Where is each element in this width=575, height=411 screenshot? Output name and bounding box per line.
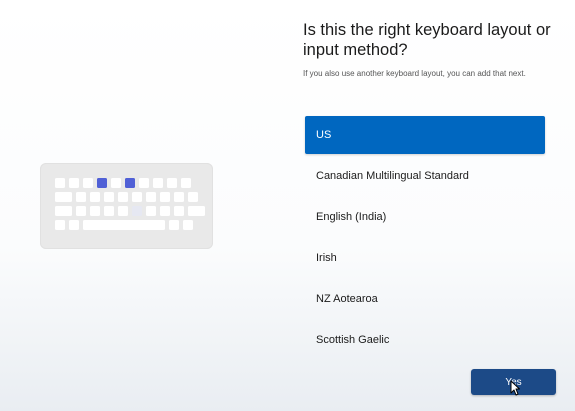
key (188, 206, 205, 216)
layout-option-label: US (316, 129, 332, 141)
key (169, 220, 179, 230)
key (83, 178, 93, 188)
keyboard-row (55, 178, 191, 188)
key (76, 206, 86, 216)
key (167, 178, 177, 188)
key (69, 178, 79, 188)
key (55, 192, 72, 202)
key (132, 206, 142, 216)
layout-option-label: Canadian Multilingual Standard (316, 170, 469, 182)
layout-option-nz-aotearoa[interactable]: NZ Aotearoa (305, 280, 545, 318)
key (69, 220, 79, 230)
key (118, 192, 128, 202)
key (174, 206, 184, 216)
mouse-cursor-icon (510, 380, 520, 396)
key (111, 178, 121, 188)
key (90, 206, 100, 216)
layout-option-label: NZ Aotearoa (316, 293, 378, 305)
layout-list: US Canadian Multilingual Standard Englis… (305, 116, 545, 362)
layout-option-label: English (India) (316, 211, 387, 223)
keyboard-icon (40, 163, 213, 249)
layout-option-us[interactable]: US (305, 116, 545, 154)
key (90, 192, 100, 202)
key (118, 206, 128, 216)
keyboard-row (55, 206, 205, 216)
layout-option-scottish-gaelic[interactable]: Scottish Gaelic (305, 321, 545, 359)
key (183, 220, 193, 230)
oobe-keyboard-page: Is this the right keyboard layout or inp… (0, 0, 575, 411)
layout-option-label: Scottish Gaelic (316, 334, 390, 346)
page-subtitle: If you also use another keyboard layout,… (303, 69, 526, 78)
layout-option-label: Irish (316, 252, 337, 264)
key (132, 192, 142, 202)
key (55, 178, 65, 188)
key (55, 206, 72, 216)
key (55, 220, 65, 230)
key (188, 192, 198, 202)
key (174, 192, 184, 202)
layout-option-canadian-multilingual[interactable]: Canadian Multilingual Standard (305, 157, 545, 195)
highlighted-key (125, 178, 135, 188)
page-title: Is this the right keyboard layout or inp… (303, 21, 551, 59)
layout-option-irish[interactable]: Irish (305, 239, 545, 277)
key (76, 192, 86, 202)
key (146, 206, 156, 216)
spacebar-key (83, 220, 165, 230)
highlighted-key (97, 178, 107, 188)
keyboard-row (55, 192, 198, 202)
key (146, 192, 156, 202)
key (160, 206, 170, 216)
keyboard-row (55, 220, 193, 230)
key (104, 192, 114, 202)
key (104, 206, 114, 216)
key (181, 178, 191, 188)
key (139, 178, 149, 188)
key (160, 192, 170, 202)
key (153, 178, 163, 188)
layout-option-english-india[interactable]: English (India) (305, 198, 545, 236)
